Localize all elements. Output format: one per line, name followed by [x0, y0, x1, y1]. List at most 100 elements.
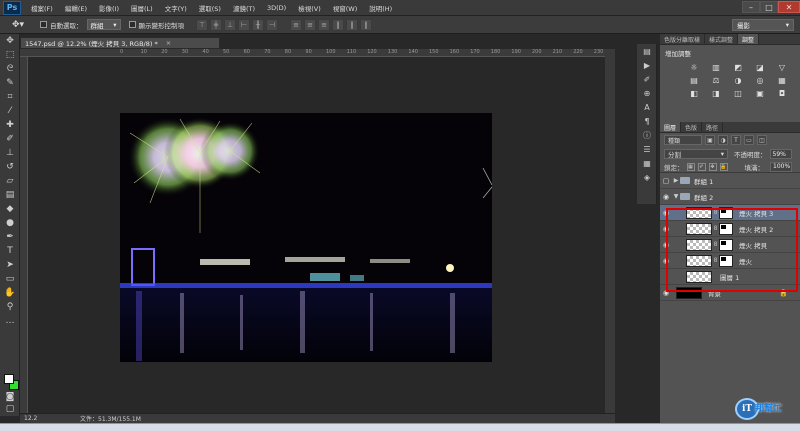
foreground-color-swatch[interactable]: [4, 374, 14, 384]
tab-styles[interactable]: 樣式調整: [705, 34, 739, 44]
menu-type[interactable]: 文字(Y): [159, 3, 193, 13]
document-canvas-image[interactable]: [120, 113, 492, 362]
crop-tool-icon[interactable]: ⌗: [0, 90, 20, 104]
dodge-tool-icon[interactable]: ●: [0, 216, 20, 230]
more-tools-icon[interactable]: …: [0, 314, 20, 328]
menu-image[interactable]: 影像(I): [93, 3, 125, 13]
align-right-icon[interactable]: ⊣: [266, 18, 278, 31]
stamp-tool-icon[interactable]: ⊥: [0, 146, 20, 160]
minimize-button[interactable]: –: [742, 1, 760, 13]
auto-select-checkbox[interactable]: [40, 21, 47, 28]
menu-help[interactable]: 說明(H): [363, 3, 398, 13]
chevron-right-icon[interactable]: ▶: [672, 177, 680, 184]
brush-panel-icon[interactable]: ✐: [637, 72, 657, 86]
posterize-icon[interactable]: ◨: [710, 89, 722, 98]
color-balance-icon[interactable]: ⚖: [710, 76, 722, 85]
visibility-off-icon[interactable]: ▢: [660, 177, 672, 185]
navigator-panel-icon[interactable]: ◈: [637, 170, 657, 184]
menu-3d[interactable]: 3D(D): [261, 4, 292, 12]
zoom-level[interactable]: 12.2: [20, 415, 50, 422]
hue-saturation-icon[interactable]: ▤: [688, 76, 700, 85]
lasso-tool-icon[interactable]: ᘓ: [0, 62, 20, 76]
distribute-hcenter-icon[interactable]: ‖: [346, 18, 358, 31]
gradient-tool-icon[interactable]: ▤: [0, 188, 20, 202]
distribute-vcenter-icon[interactable]: ≡: [304, 18, 316, 31]
photo-filter-icon[interactable]: ◎: [754, 76, 766, 85]
show-transform-checkbox[interactable]: [128, 21, 136, 28]
type-tool-icon[interactable]: T: [0, 244, 20, 258]
actions-panel-icon[interactable]: ▶: [637, 58, 657, 72]
lock-transparent-icon[interactable]: ▦: [686, 162, 695, 171]
exposure-icon[interactable]: ◪: [754, 63, 766, 72]
shape-tool-icon[interactable]: ▭: [0, 272, 20, 286]
swatches-panel-icon[interactable]: ▦: [637, 156, 657, 170]
eraser-tool-icon[interactable]: ▱: [0, 174, 20, 188]
distribute-right-icon[interactable]: ‖: [360, 18, 372, 31]
distribute-top-icon[interactable]: ≡: [290, 18, 302, 31]
invert-icon[interactable]: ◧: [688, 89, 700, 98]
eyedropper-tool-icon[interactable]: ⁄: [0, 104, 20, 118]
black-white-icon[interactable]: ◑: [732, 76, 744, 85]
workspace-dropdown[interactable]: 攝影 ▾: [732, 19, 794, 31]
channel-mixer-icon[interactable]: ▦: [776, 76, 788, 85]
align-left-icon[interactable]: ⊢: [238, 18, 250, 31]
close-document-icon[interactable]: ×: [166, 39, 171, 47]
menu-filter[interactable]: 濾鏡(T): [227, 3, 261, 13]
kind-filter-dropdown[interactable]: 種類: [664, 135, 702, 145]
properties-panel-icon[interactable]: ☰: [637, 142, 657, 156]
quick-select-tool-icon[interactable]: ✎: [0, 76, 20, 90]
threshold-icon[interactable]: ◫: [732, 89, 744, 98]
tab-layers[interactable]: 圖層: [660, 122, 682, 132]
tab-paths[interactable]: 路徑: [702, 122, 724, 132]
align-bottom-icon[interactable]: ⊥: [224, 18, 236, 31]
brightness-icon[interactable]: ☼: [688, 63, 700, 72]
chevron-down-icon[interactable]: ▼: [672, 193, 680, 200]
menu-file[interactable]: 檔案(F): [25, 3, 59, 13]
document-size-info[interactable]: 文件：51.3M/155.1M: [80, 414, 141, 423]
levels-icon[interactable]: ▥: [710, 63, 722, 72]
zoom-tool-icon[interactable]: ⚲: [0, 300, 20, 314]
selective-color-icon[interactable]: ◘: [776, 89, 788, 98]
move-tool-icon[interactable]: ✥: [0, 34, 20, 48]
menu-view[interactable]: 檢視(V): [292, 3, 327, 13]
character-panel-icon[interactable]: A: [637, 100, 657, 114]
info-panel-icon[interactable]: ⓘ: [637, 128, 657, 142]
menu-window[interactable]: 視窗(W): [327, 3, 364, 13]
opacity-input[interactable]: 59%: [769, 149, 792, 159]
layer-row-group-2[interactable]: ◉ ▼ 群組 2: [660, 189, 800, 205]
menu-edit[interactable]: 編輯(E): [59, 3, 93, 13]
auto-select-target-dropdown[interactable]: 群組 ▾: [86, 19, 121, 30]
smart-object-filter-icon[interactable]: ◫: [757, 135, 767, 145]
layer-row-group-1[interactable]: ▢ ▶ 群組 1: [660, 173, 800, 189]
lock-position-icon[interactable]: ✥: [708, 162, 717, 171]
align-vcenter-icon[interactable]: ╪: [210, 18, 222, 31]
lock-all-icon[interactable]: 🔒: [719, 162, 728, 171]
vertical-scrollbar[interactable]: [605, 49, 615, 413]
align-hcenter-icon[interactable]: ╫: [252, 18, 264, 31]
shape-filter-icon[interactable]: ▭: [744, 135, 754, 145]
clone-source-icon[interactable]: ⊕: [637, 86, 657, 100]
adjustment-filter-icon[interactable]: ◑: [718, 135, 728, 145]
align-top-icon[interactable]: ⊤: [196, 18, 208, 31]
tab-adjustments[interactable]: 調整: [738, 34, 760, 44]
pen-tool-icon[interactable]: ✒: [0, 230, 20, 244]
document-tab[interactable]: 1547.psd @ 12.2% (煙火 拷貝 3, RGB/8) * ×: [20, 37, 220, 49]
fill-input[interactable]: 100%: [770, 161, 792, 172]
healing-tool-icon[interactable]: ✚: [0, 118, 20, 132]
marquee-tool-icon[interactable]: ⬚: [0, 48, 20, 62]
restore-button[interactable]: □: [760, 1, 778, 13]
menu-select[interactable]: 選取(S): [193, 3, 227, 13]
history-brush-tool-icon[interactable]: ↺: [0, 160, 20, 174]
lock-image-icon[interactable]: ✐: [697, 162, 706, 171]
gradient-map-icon[interactable]: ▣: [754, 89, 766, 98]
curves-icon[interactable]: ◩: [732, 63, 744, 72]
tab-channels[interactable]: 色版: [681, 122, 703, 132]
type-filter-icon[interactable]: T: [731, 135, 741, 145]
brush-tool-icon[interactable]: ✐: [0, 132, 20, 146]
pixel-filter-icon[interactable]: ▣: [705, 135, 715, 145]
hand-tool-icon[interactable]: ✋: [0, 286, 20, 300]
distribute-bottom-icon[interactable]: ≡: [318, 18, 330, 31]
history-panel-icon[interactable]: ▤: [637, 44, 657, 58]
path-select-tool-icon[interactable]: ➤: [0, 258, 20, 272]
move-tool-preset-icon[interactable]: ✥▾: [4, 18, 32, 32]
